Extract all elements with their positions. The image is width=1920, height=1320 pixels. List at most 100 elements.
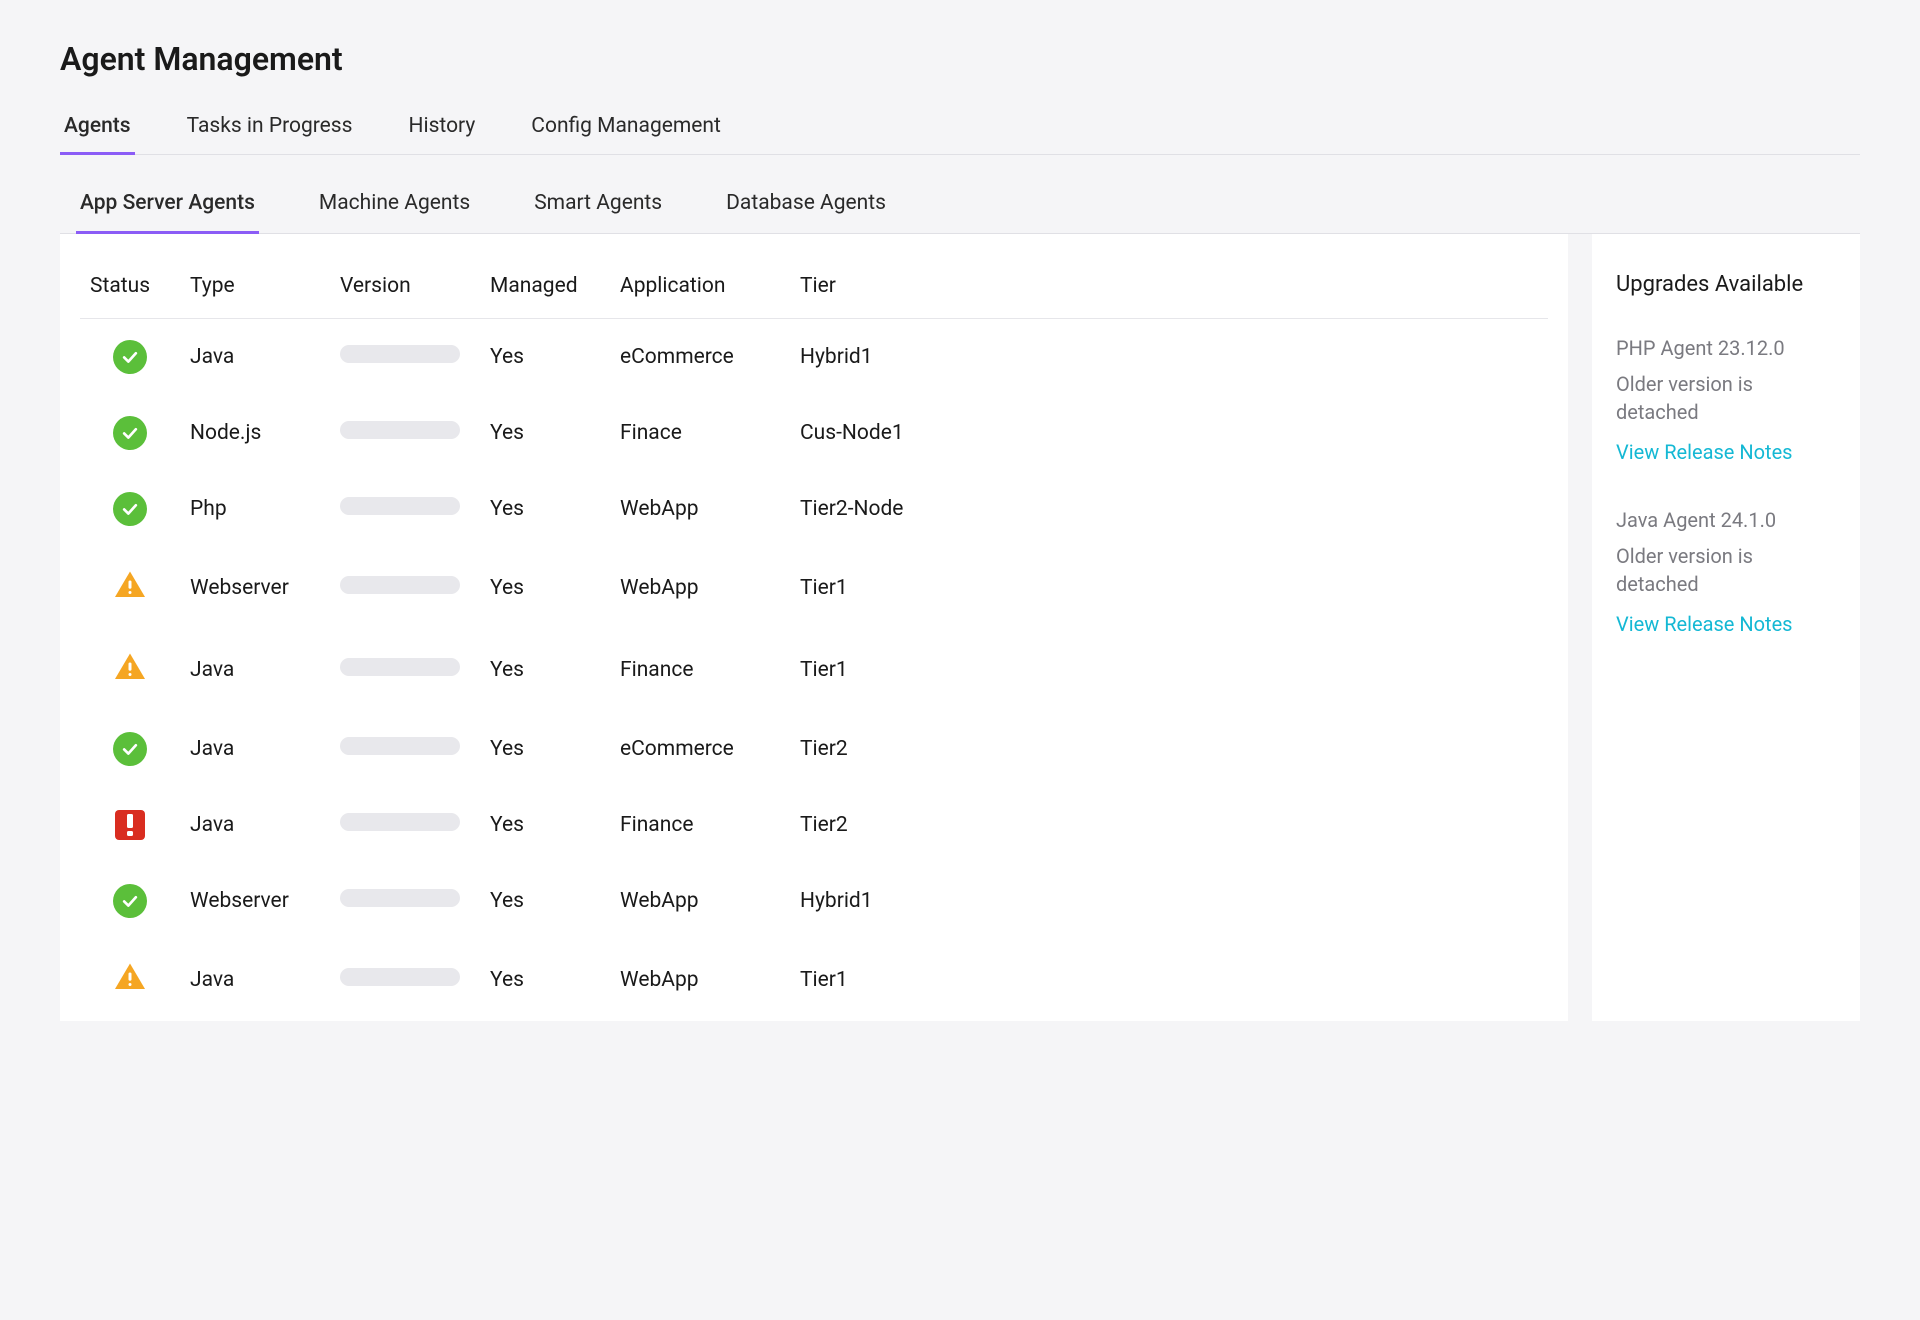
table-row[interactable]: Java YeseCommerceHybrid1: [80, 319, 1548, 396]
tier-cell: Tier1: [790, 547, 1548, 629]
version-pill: [340, 345, 460, 363]
column-header-tier[interactable]: Tier: [790, 266, 1548, 319]
managed-cell: Yes: [480, 319, 610, 396]
table-row[interactable]: JavaYesWebAppTier1: [80, 939, 1548, 1021]
sub-tab-database-agents[interactable]: Database Agents: [722, 183, 890, 234]
version-cell: [330, 939, 480, 1021]
table-row[interactable]: Webserver YesWebAppHybrid1: [80, 863, 1548, 939]
application-cell: eCommerce: [610, 711, 790, 787]
application-cell: Finance: [610, 629, 790, 711]
version-cell: [330, 863, 480, 939]
status-cell: [80, 395, 180, 471]
managed-cell: Yes: [480, 629, 610, 711]
agents-table-panel: Status Type Version Managed Application …: [60, 234, 1568, 1021]
table-row[interactable]: JavaYesFinanceTier1: [80, 629, 1548, 711]
warning-triangle-icon: [112, 649, 148, 685]
upgrade-item: Java Agent 24.1.0 Older version is detach…: [1616, 508, 1836, 636]
sub-tab-app-server-agents[interactable]: App Server Agents: [76, 183, 259, 234]
tier-cell: Hybrid1: [790, 863, 1548, 939]
check-circle-icon: [112, 731, 148, 767]
upgrade-name: PHP Agent 23.12.0: [1616, 336, 1836, 360]
application-cell: WebApp: [610, 863, 790, 939]
version-pill: [340, 889, 460, 907]
application-cell: Finace: [610, 395, 790, 471]
top-tabs: Agents Tasks in Progress History Config Man…: [60, 106, 1860, 155]
page-title: Agent Management: [60, 40, 1860, 78]
version-pill: [340, 658, 460, 676]
tier-cell: Tier1: [790, 939, 1548, 1021]
type-cell: Java: [180, 711, 330, 787]
version-cell: [330, 787, 480, 863]
column-header-status[interactable]: Status: [80, 266, 180, 319]
status-cell: [80, 319, 180, 396]
version-pill: [340, 813, 460, 831]
upgrade-item: PHP Agent 23.12.0 Older version is detach…: [1616, 336, 1836, 464]
managed-cell: Yes: [480, 863, 610, 939]
application-cell: WebApp: [610, 939, 790, 1021]
status-cell: [80, 939, 180, 1021]
top-tab-config-management[interactable]: Config Management: [527, 106, 725, 155]
type-cell: Webserver: [180, 863, 330, 939]
column-header-managed[interactable]: Managed: [480, 266, 610, 319]
type-cell: Webserver: [180, 547, 330, 629]
agents-table: Status Type Version Managed Application …: [80, 266, 1548, 1021]
tier-cell: Hybrid1: [790, 319, 1548, 396]
version-cell: [330, 547, 480, 629]
check-circle-icon: [112, 339, 148, 375]
managed-cell: Yes: [480, 711, 610, 787]
upgrade-note: Older version is detached: [1616, 542, 1836, 598]
type-cell: Java: [180, 319, 330, 396]
version-pill: [340, 737, 460, 755]
table-row[interactable]: Webserver YesWebAppTier1: [80, 547, 1548, 629]
managed-cell: Yes: [480, 787, 610, 863]
version-cell: [330, 711, 480, 787]
check-circle-icon: [112, 883, 148, 919]
version-cell: [330, 395, 480, 471]
status-cell: [80, 863, 180, 939]
table-row[interactable]: Node.js YesFinaceCus-Node1: [80, 395, 1548, 471]
managed-cell: Yes: [480, 471, 610, 547]
warning-triangle-icon: [112, 959, 148, 995]
managed-cell: Yes: [480, 547, 610, 629]
version-cell: [330, 471, 480, 547]
tier-cell: Tier1: [790, 629, 1548, 711]
status-cell: [80, 547, 180, 629]
upgrade-name: Java Agent 24.1.0: [1616, 508, 1836, 532]
upgrades-title: Upgrades Available: [1616, 270, 1836, 300]
warning-triangle-icon: [112, 567, 148, 603]
top-tab-history[interactable]: History: [404, 106, 479, 155]
table-row[interactable]: JavaYeseCommerceTier2: [80, 711, 1548, 787]
tier-cell: Tier2-Node: [790, 471, 1548, 547]
table-row[interactable]: JavaYesFinanceTier2: [80, 787, 1548, 863]
status-cell: [80, 787, 180, 863]
type-cell: Node.js: [180, 395, 330, 471]
view-release-notes-link[interactable]: View Release Notes: [1616, 612, 1836, 636]
version-pill: [340, 421, 460, 439]
error-square-icon: [112, 807, 148, 843]
application-cell: Finance: [610, 787, 790, 863]
version-cell: [330, 319, 480, 396]
managed-cell: Yes: [480, 395, 610, 471]
version-pill: [340, 497, 460, 515]
top-tab-agents[interactable]: Agents: [60, 106, 135, 155]
upgrade-note: Older version is detached: [1616, 370, 1836, 426]
application-cell: eCommerce: [610, 319, 790, 396]
version-pill: [340, 576, 460, 594]
sub-tab-machine-agents[interactable]: Machine Agents: [315, 183, 474, 234]
tier-cell: Tier2: [790, 787, 1548, 863]
sub-tab-smart-agents[interactable]: Smart Agents: [530, 183, 666, 234]
view-release-notes-link[interactable]: View Release Notes: [1616, 440, 1836, 464]
top-tab-tasks-in-progress[interactable]: Tasks in Progress: [183, 106, 357, 155]
column-header-version[interactable]: Version: [330, 266, 480, 319]
tier-cell: Cus-Node1: [790, 395, 1548, 471]
application-cell: WebApp: [610, 547, 790, 629]
column-header-application[interactable]: Application: [610, 266, 790, 319]
version-cell: [330, 629, 480, 711]
type-cell: Java: [180, 939, 330, 1021]
status-cell: [80, 629, 180, 711]
table-row[interactable]: PhpYesWebAppTier2-Node: [80, 471, 1548, 547]
application-cell: WebApp: [610, 471, 790, 547]
check-circle-icon: [112, 491, 148, 527]
column-header-type[interactable]: Type: [180, 266, 330, 319]
version-pill: [340, 968, 460, 986]
